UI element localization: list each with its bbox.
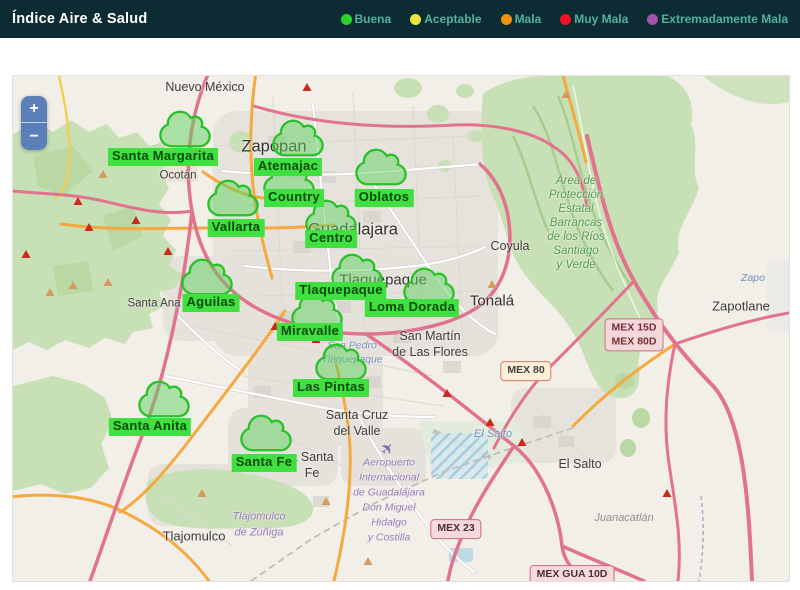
status-dot-purple bbox=[647, 13, 659, 25]
status-dot-red bbox=[560, 13, 572, 25]
legend-item-mala: Mala bbox=[500, 12, 542, 26]
station-label-tlaquepaque: Tlaquepaque bbox=[295, 282, 387, 300]
zoom-out-button[interactable]: − bbox=[21, 123, 47, 150]
station-marker-aguilas[interactable] bbox=[180, 255, 234, 299]
road-badge-mex-80: MEX 80 bbox=[500, 361, 552, 381]
road-badge-mex-23: MEX 23 bbox=[430, 519, 482, 539]
road-badge-mex-gua-10d: MEX GUA 10D bbox=[529, 565, 615, 581]
status-dot-green bbox=[340, 13, 352, 25]
station-marker-oblatos[interactable] bbox=[354, 145, 408, 189]
legend-label-buena: Buena bbox=[354, 12, 392, 26]
legend-item-extremadamente-mala: Extremadamente Mala bbox=[647, 12, 788, 26]
station-label-santa-anita: Santa Anita bbox=[108, 418, 192, 436]
map-canvas[interactable]: Nuevo México Ocotán Zapopan Guadalajara … bbox=[12, 75, 790, 582]
app-header: Índice Aire & Salud Buena Aceptable Mala… bbox=[0, 0, 800, 38]
station-label-aguilas: Aguilas bbox=[182, 294, 240, 312]
station-label-santa-fe: Santa Fe bbox=[231, 454, 297, 472]
station-marker-santa-anita[interactable] bbox=[137, 377, 191, 421]
legend-label-mala: Mala bbox=[514, 12, 542, 26]
station-marker-santa-margarita[interactable] bbox=[158, 107, 212, 151]
station-label-country: Country bbox=[264, 189, 324, 207]
legend-item-muy-mala: Muy Mala bbox=[560, 12, 628, 26]
station-label-miravalle: Miravalle bbox=[276, 323, 344, 341]
app-title: Índice Aire & Salud bbox=[12, 11, 148, 27]
status-dot-yellow bbox=[410, 13, 422, 25]
legend-label-extremadamente-mala: Extremadamente Mala bbox=[661, 12, 788, 26]
legend-label-muy-mala: Muy Mala bbox=[574, 12, 629, 26]
legend-label-aceptable: Aceptable bbox=[424, 12, 482, 26]
station-label-oblatos: Oblatos bbox=[354, 189, 414, 207]
legend-item-aceptable: Aceptable bbox=[410, 12, 482, 26]
station-marker-las-pintas[interactable] bbox=[314, 340, 368, 384]
station-marker-atemajac[interactable] bbox=[271, 116, 325, 160]
station-label-vallarta: Vallarta bbox=[207, 219, 265, 237]
zoom-in-button[interactable]: + bbox=[21, 96, 47, 123]
station-label-santa-margarita: Santa Margarita bbox=[107, 148, 219, 166]
station-label-centro: Centro bbox=[305, 230, 357, 248]
station-label-atemajac: Atemajac bbox=[253, 158, 323, 176]
station-label-loma-dorada: Loma Dorada bbox=[364, 299, 460, 317]
legend-item-buena: Buena bbox=[340, 12, 392, 26]
station-marker-santa-fe[interactable] bbox=[239, 411, 293, 455]
station-label-las-pintas: Las Pintas bbox=[292, 379, 370, 397]
air-quality-legend: Buena Aceptable Mala Muy Mala Extremadam… bbox=[340, 12, 788, 26]
station-marker-vallarta[interactable] bbox=[206, 176, 260, 220]
zoom-control: + − bbox=[21, 96, 47, 150]
status-dot-orange bbox=[500, 13, 512, 25]
road-badge-mex-15d-80d: MEX 15D MEX 80D bbox=[604, 318, 664, 352]
